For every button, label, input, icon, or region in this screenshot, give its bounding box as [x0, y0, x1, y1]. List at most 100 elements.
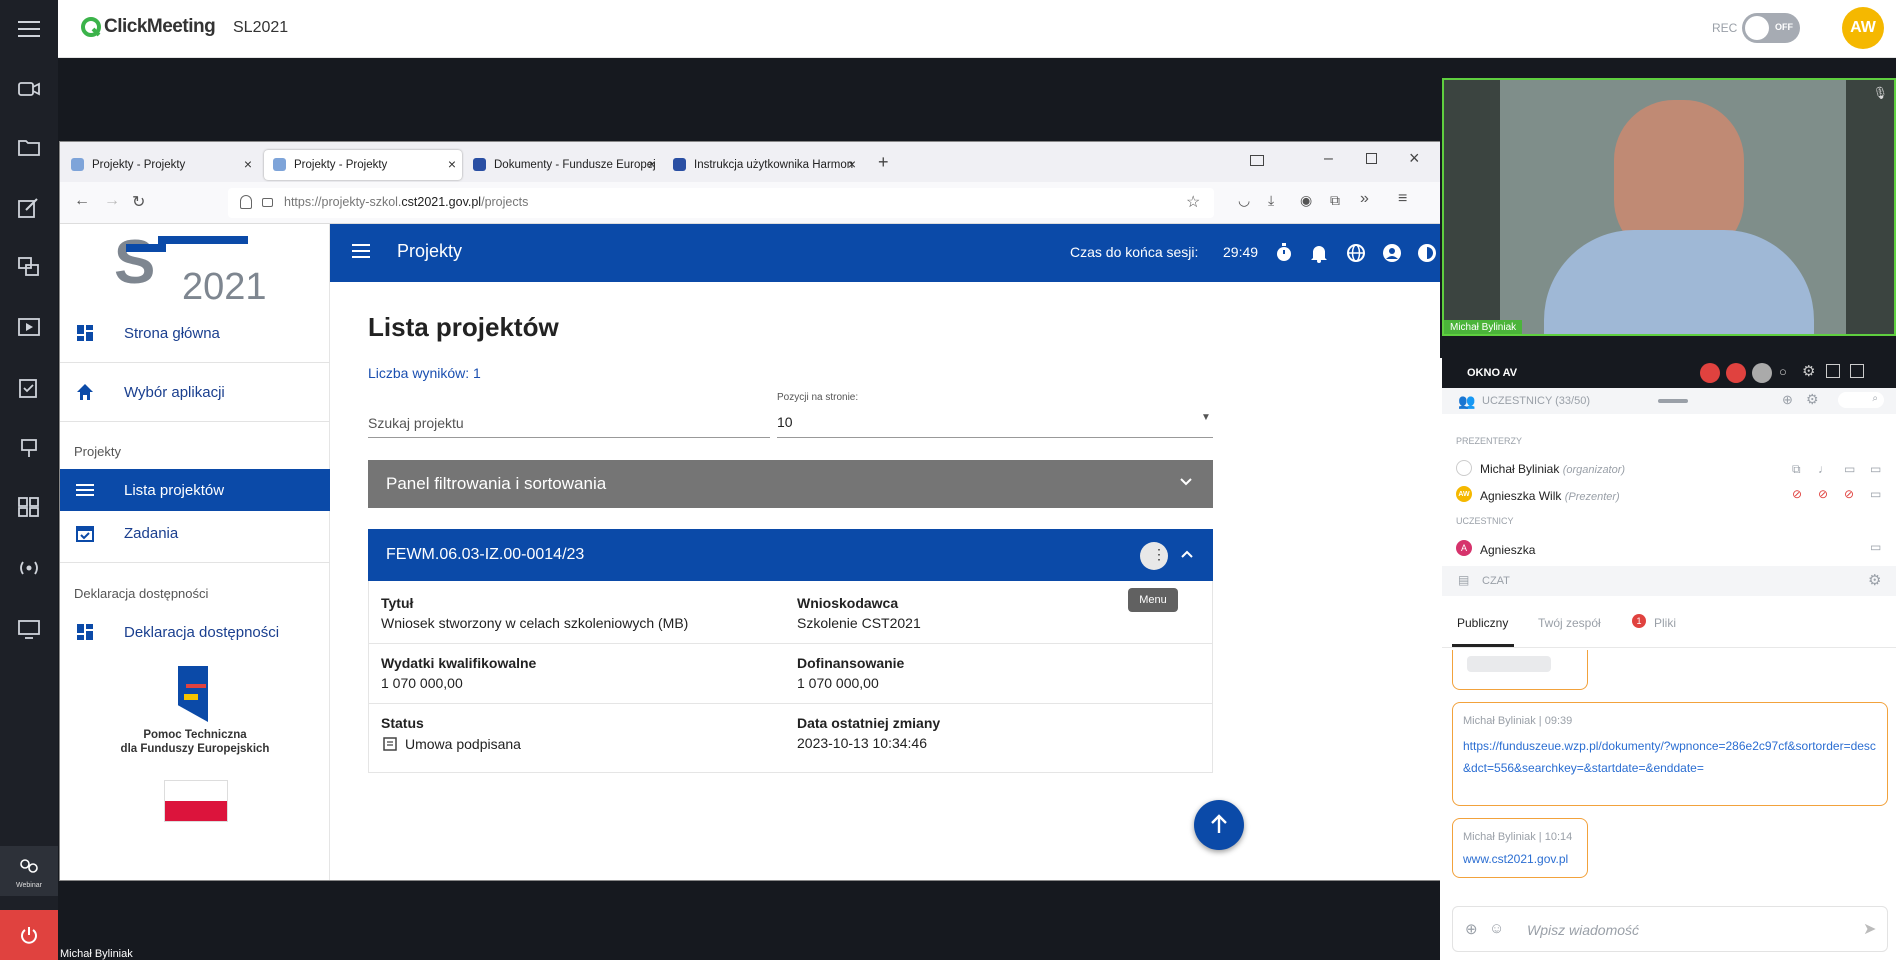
- sidebar-item-tasks[interactable]: Zadania: [60, 512, 330, 554]
- extensions-icon[interactable]: ⧉: [1330, 192, 1340, 209]
- user-avatar[interactable]: AW: [1842, 7, 1884, 49]
- avatar: A: [1456, 540, 1472, 556]
- sidebar-item-app-select[interactable]: Wybór aplikacji: [60, 371, 330, 413]
- mic-off-icon[interactable]: [1726, 363, 1746, 383]
- apps-grid-icon[interactable]: [0, 484, 58, 530]
- monitor-icon[interactable]: [0, 606, 58, 652]
- screen-share-off-icon[interactable]: ⊘: [1792, 487, 1808, 503]
- home-icon: [77, 384, 93, 400]
- camera-off-icon[interactable]: [1700, 363, 1720, 383]
- new-tab-icon[interactable]: +: [878, 152, 889, 173]
- browser-tab[interactable]: Projekty - Projekty ×: [62, 150, 258, 180]
- screen-off-icon[interactable]: [1752, 363, 1772, 383]
- video-camera-icon[interactable]: ▭: [1844, 462, 1860, 478]
- folder-icon[interactable]: [0, 124, 58, 170]
- session-timer-label: Czas do końca sesji:: [1070, 244, 1199, 260]
- language-globe-icon[interactable]: [1346, 243, 1366, 263]
- restore-icon[interactable]: [1366, 153, 1377, 164]
- eu-logo-caption: Pomoc Techniczna dla Funduszy Europejskic…: [120, 729, 270, 755]
- emoji-icon[interactable]: ☺: [1489, 920, 1504, 937]
- screen-share-icon[interactable]: [0, 244, 58, 290]
- browser-menu-icon[interactable]: ≡: [1398, 190, 1407, 208]
- monitor-icon[interactable]: ▭: [1870, 540, 1886, 556]
- reload-icon[interactable]: ↻: [132, 192, 145, 212]
- edit-icon[interactable]: [0, 185, 58, 231]
- tab-public[interactable]: Publiczny: [1457, 616, 1508, 630]
- sidebar-section-accessibility: Deklaracja dostępności: [74, 586, 209, 601]
- chat-input[interactable]: ⊕ ☺ Wpisz wiadomość ➤: [1452, 906, 1888, 952]
- participant-search[interactable]: ⌕: [1838, 392, 1884, 408]
- video-camera-icon[interactable]: [0, 66, 58, 112]
- broadcast-icon[interactable]: [0, 545, 58, 591]
- camera-off-icon[interactable]: ⊘: [1844, 487, 1860, 503]
- stopwatch-icon[interactable]: [1275, 243, 1293, 263]
- attach-icon[interactable]: ⊕: [1465, 920, 1478, 938]
- tab-team[interactable]: Twój zespół: [1538, 616, 1601, 630]
- scroll-to-top-button[interactable]: [1194, 800, 1244, 850]
- project-card-header[interactable]: FEWM.06.03-IZ.00-0014/23 ⋮: [368, 529, 1213, 581]
- layout-icon[interactable]: [1850, 364, 1864, 378]
- add-user-icon[interactable]: ⊕: [1782, 392, 1793, 408]
- popout-icon[interactable]: [1826, 364, 1840, 378]
- arrow-up-icon: [1211, 814, 1227, 833]
- browser-tab-active[interactable]: Projekty - Projekty ×: [264, 150, 462, 180]
- chat-bubble-icon[interactable]: ○: [1779, 364, 1787, 379]
- notification-bell-icon[interactable]: [1310, 243, 1328, 263]
- chat-link[interactable]: www.cst2021.gov.pl: [1463, 852, 1568, 866]
- bookmark-star-icon[interactable]: ☆: [1186, 192, 1200, 212]
- rec-toggle[interactable]: OFF: [1742, 13, 1800, 43]
- participant-row[interactable]: Agnieszka Wilk (Prezenter): [1480, 489, 1620, 503]
- per-page-select[interactable]: Pozycji na stronie: 10 ▼: [777, 392, 1213, 438]
- tab-list-icon[interactable]: [1250, 155, 1264, 166]
- sidebar-item-projects-list[interactable]: Lista projektów: [60, 469, 330, 511]
- participant-row[interactable]: Michał Byliniak (organizator): [1480, 462, 1625, 476]
- survey-icon[interactable]: [0, 365, 58, 411]
- webinar-button[interactable]: Webinar: [0, 846, 58, 896]
- menu-icon[interactable]: [0, 6, 58, 52]
- settings-gear-icon[interactable]: ⚙: [1806, 391, 1819, 408]
- mic-off-icon[interactable]: ⊘: [1818, 487, 1834, 503]
- settings-gear-icon[interactable]: ⚙: [1868, 571, 1881, 589]
- window-close-icon[interactable]: ×: [1409, 148, 1420, 169]
- browser-tab[interactable]: Instrukcja użytkownika Harmon ×: [664, 150, 862, 180]
- power-button[interactable]: [0, 910, 58, 960]
- download-icon[interactable]: ⤓: [1268, 192, 1274, 209]
- resize-handle[interactable]: [1658, 399, 1688, 403]
- sidebar-item-accessibility[interactable]: Deklaracja dostępności: [60, 611, 330, 653]
- project-menu-button[interactable]: ⋮: [1140, 542, 1168, 570]
- microphone-icon[interactable]: ♩: [1818, 462, 1834, 478]
- screen-share-icon[interactable]: ⧉: [1792, 462, 1808, 478]
- monitor-icon[interactable]: ▭: [1870, 487, 1886, 503]
- back-icon[interactable]: ←: [74, 192, 90, 210]
- project-costs: 1 070 000,00: [381, 675, 463, 691]
- close-icon: ×: [847, 156, 856, 172]
- user-account-icon[interactable]: [1382, 243, 1402, 263]
- app-header: Projekty Czas do końca sesji: 29:49: [330, 224, 1440, 282]
- forward-icon[interactable]: →: [104, 192, 120, 210]
- chat-link[interactable]: https://funduszeue.wzp.pl/dokumenty/?wpn…: [1463, 735, 1879, 779]
- project-title: Wniosek stworzony w celach szkoleniowych…: [381, 615, 689, 631]
- pocket-icon[interactable]: ◡: [1238, 192, 1250, 209]
- participants-header[interactable]: 👥 UCZESTNICY (33/50) ⊕ ⚙ ⌕: [1442, 388, 1896, 414]
- media-play-icon[interactable]: [0, 304, 58, 350]
- monitor-icon[interactable]: ▭: [1870, 462, 1886, 478]
- sidebar-section-projects: Projekty: [74, 444, 121, 459]
- sidebar-item-home[interactable]: Strona główna: [60, 312, 330, 354]
- url-bar[interactable]: https://projekty-szkol.cst2021.gov.pl/pr…: [228, 188, 1214, 218]
- tab-files[interactable]: Pliki: [1654, 616, 1676, 630]
- send-icon[interactable]: ➤: [1863, 919, 1876, 939]
- filter-panel-toggle[interactable]: Panel filtrowania i sortowania: [368, 460, 1213, 508]
- whiteboard-icon[interactable]: [0, 425, 58, 471]
- account-icon[interactable]: ◉: [1300, 192, 1312, 209]
- favicon-icon: [273, 158, 286, 171]
- project-search-input[interactable]: Szukaj projektu: [368, 404, 770, 438]
- overflow-icon[interactable]: »: [1360, 190, 1369, 208]
- dropdown-arrow-icon: ▼: [1201, 412, 1211, 423]
- hamburger-icon[interactable]: [352, 244, 370, 258]
- contrast-settings-icon[interactable]: [1417, 243, 1437, 263]
- chat-header[interactable]: ▤ CZAT ⚙: [1442, 566, 1896, 596]
- settings-gear-icon[interactable]: ⚙: [1802, 362, 1815, 380]
- minimize-icon[interactable]: –: [1324, 150, 1333, 168]
- participant-row[interactable]: Agnieszka: [1480, 543, 1535, 557]
- browser-tab[interactable]: Dokumenty - Fundusze Europej ×: [464, 150, 662, 180]
